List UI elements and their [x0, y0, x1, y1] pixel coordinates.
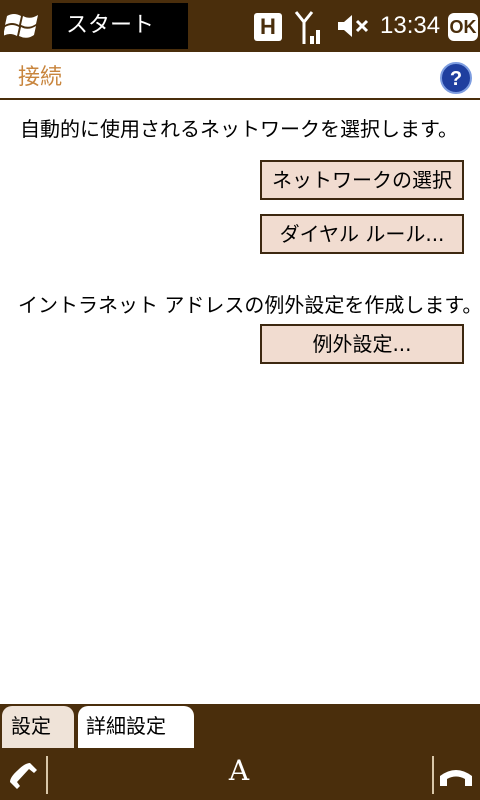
select-network-button[interactable]: ネットワークの選択	[260, 160, 464, 200]
network-description: 自動的に使用されるネットワークを選択します。	[20, 117, 458, 141]
network-type-badge[interactable]: H	[254, 13, 282, 41]
tab-advanced[interactable]: 詳細設定	[78, 706, 194, 748]
phone-end-icon[interactable]	[438, 762, 474, 790]
help-icon[interactable]: ?	[440, 62, 472, 94]
page-title: 接続	[18, 65, 63, 90]
input-panel-icon[interactable]: A	[222, 754, 256, 788]
signal-strength-icon[interactable]	[292, 8, 324, 46]
volume-muted-icon[interactable]	[336, 12, 370, 40]
clock[interactable]: 13:34	[380, 12, 440, 40]
title-divider	[0, 98, 480, 100]
exceptions-button[interactable]: 例外設定...	[260, 324, 464, 364]
phone-talk-icon[interactable]	[8, 760, 40, 792]
start-menu-button[interactable]: スタート	[52, 3, 188, 49]
ok-button[interactable]: OK	[448, 13, 478, 41]
dialing-rules-button[interactable]: ダイヤル ルール...	[260, 214, 464, 254]
separator	[46, 756, 48, 794]
start-label: スタート	[66, 13, 155, 38]
exceptions-description: イントラネット アドレスの例外設定を作成します。	[18, 293, 480, 317]
tab-settings[interactable]: 設定	[2, 706, 74, 748]
separator	[432, 756, 434, 794]
windows-start-icon[interactable]	[4, 8, 42, 44]
svg-text:?: ?	[450, 68, 462, 90]
status-bar: スタート H 13:34 OK	[0, 0, 480, 52]
